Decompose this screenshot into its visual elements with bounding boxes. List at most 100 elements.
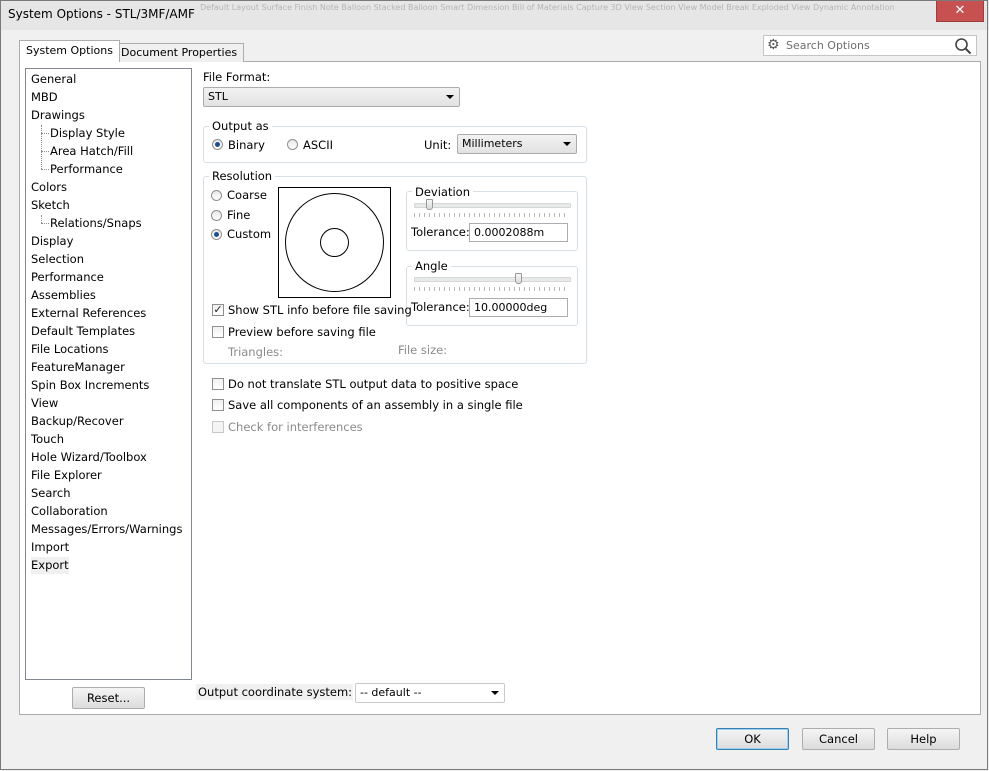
options-tree[interactable]: General MBD Drawings Display Style Area …: [25, 68, 192, 680]
nav-item-featuremanager[interactable]: FeatureManager: [31, 359, 125, 376]
resolution-title: Resolution: [209, 169, 276, 183]
tree-connector: [41, 133, 49, 134]
deviation-slider-track[interactable]: [414, 203, 571, 208]
deviation-tolerance-label: Tolerance:: [411, 225, 470, 239]
save-all-components-label: Save all components of an assembly in a …: [228, 398, 523, 412]
nav-item-file-locations[interactable]: File Locations: [31, 341, 109, 358]
binary-label: Binary: [228, 138, 265, 152]
deviation-tolerance-value: 0.0002088m: [474, 226, 545, 239]
nav-item-touch[interactable]: Touch: [31, 431, 64, 448]
custom-label: Custom: [227, 227, 272, 241]
preview-before-saving-label: Preview before saving file: [228, 325, 376, 339]
angle-tolerance-value: 10.00000deg: [474, 301, 548, 314]
nav-item-colors[interactable]: Colors: [31, 179, 67, 196]
output-as-title: Output as: [209, 119, 272, 133]
deviation-slider-thumb[interactable]: [425, 199, 433, 210]
file-format-select[interactable]: STL: [203, 87, 460, 107]
nav-item-spin-box-increments[interactable]: Spin Box Increments: [31, 377, 149, 394]
nav-item-performance[interactable]: Performance: [31, 269, 104, 286]
angle-slider-thumb[interactable]: [514, 273, 522, 284]
show-stl-info-label: Show STL info before file saving: [228, 303, 412, 317]
coarse-label: Coarse: [227, 188, 267, 202]
background-ribbon: Default Layout Surface Finish Note Ballo…: [200, 3, 895, 12]
file-format-value: STL: [208, 90, 228, 103]
output-coordinate-select[interactable]: -- default --: [355, 683, 505, 703]
angle-tolerance-label: Tolerance:: [411, 300, 470, 314]
file-size-label: File size:: [398, 343, 448, 357]
nav-item-drawings[interactable]: Drawings: [31, 107, 85, 124]
angle-title: Angle: [412, 259, 451, 273]
unit-label: Unit:: [424, 138, 452, 152]
nav-item-display[interactable]: Display: [31, 233, 73, 250]
check-interferences-label: Check for interferences: [228, 420, 363, 434]
nav-item-mbd[interactable]: MBD: [31, 89, 58, 106]
deviation-tolerance-field[interactable]: 0.0002088m: [469, 223, 568, 242]
nav-item-import[interactable]: Import: [31, 539, 69, 556]
deviation-slider-ticks: [414, 213, 569, 217]
window-title: System Options - STL/3MF/AMF: [8, 7, 201, 21]
nav-item-external-references[interactable]: External References: [31, 305, 146, 322]
search-icon[interactable]: [954, 37, 972, 55]
tab-system-options[interactable]: System Options: [19, 40, 120, 62]
no-translate-label: Do not translate STL output data to posi…: [228, 377, 519, 391]
output-coordinate-value: -- default --: [360, 686, 422, 699]
nav-item-general[interactable]: General: [31, 71, 76, 88]
check-interferences-checkbox[interactable]: [212, 421, 224, 433]
preview-before-saving-checkbox[interactable]: [212, 326, 224, 338]
title-bar: Default Layout Surface Finish Note Ballo…: [0, 0, 989, 31]
fine-radio[interactable]: [211, 210, 222, 221]
tree-connector: [41, 215, 42, 223]
gear-icon[interactable]: ⚙: [767, 37, 780, 54]
output-coordinate-label: Output coordinate system:: [196, 684, 353, 700]
chevron-down-icon: [446, 95, 454, 99]
tree-connector: [41, 223, 49, 224]
nav-item-assemblies[interactable]: Assemblies: [31, 287, 96, 304]
nav-item-relations-snaps[interactable]: Relations/Snaps: [50, 215, 142, 232]
ok-button[interactable]: OK: [716, 728, 789, 750]
nav-item-drawings-performance[interactable]: Performance: [50, 161, 123, 178]
unit-value: Millimeters: [462, 137, 523, 150]
tree-connector: [41, 151, 49, 152]
nav-item-backup-recover[interactable]: Backup/Recover: [31, 413, 124, 430]
help-button[interactable]: Help: [887, 728, 960, 750]
angle-slider-track[interactable]: [414, 277, 571, 282]
no-translate-checkbox[interactable]: [212, 378, 224, 390]
coarse-radio[interactable]: [211, 190, 222, 201]
nav-item-messages-errors-warnings[interactable]: Messages/Errors/Warnings: [31, 521, 182, 538]
nav-item-default-templates[interactable]: Default Templates: [31, 323, 135, 340]
search-input[interactable]: [786, 37, 946, 54]
triangles-label: Triangles:: [228, 345, 284, 359]
nav-item-collaboration[interactable]: Collaboration: [31, 503, 108, 520]
nav-item-file-explorer[interactable]: File Explorer: [31, 467, 102, 484]
file-format-label: File Format:: [203, 70, 271, 84]
nav-item-sketch[interactable]: Sketch: [31, 197, 70, 214]
chevron-down-icon: [491, 691, 499, 695]
close-icon: ✕: [954, 3, 966, 18]
save-all-components-checkbox[interactable]: [212, 399, 224, 411]
tree-connector: [41, 125, 42, 169]
tab-document-properties[interactable]: Document Properties: [114, 43, 245, 62]
nav-item-display-style[interactable]: Display Style: [50, 125, 125, 142]
custom-radio[interactable]: [211, 229, 222, 240]
fine-label: Fine: [227, 208, 251, 222]
nav-item-area-hatch-fill[interactable]: Area Hatch/Fill: [50, 143, 133, 160]
cancel-button[interactable]: Cancel: [802, 728, 875, 750]
binary-radio[interactable]: [212, 139, 223, 150]
nav-item-search[interactable]: Search: [31, 485, 71, 502]
angle-slider-ticks: [414, 287, 569, 291]
close-button[interactable]: ✕: [936, 1, 984, 22]
chevron-down-icon: [563, 142, 571, 146]
unit-select[interactable]: Millimeters: [457, 134, 577, 154]
reset-button[interactable]: Reset...: [72, 687, 145, 709]
nav-item-view[interactable]: View: [31, 395, 58, 412]
deviation-title: Deviation: [412, 185, 474, 199]
angle-tolerance-field[interactable]: 10.00000deg: [469, 298, 568, 317]
nav-item-selection[interactable]: Selection: [31, 251, 84, 268]
nav-item-hole-wizard-toolbox[interactable]: Hole Wizard/Toolbox: [31, 449, 147, 466]
ascii-radio[interactable]: [287, 139, 298, 150]
nav-item-export[interactable]: Export: [31, 557, 69, 574]
search-box[interactable]: ⚙: [763, 35, 977, 56]
show-stl-info-checkbox[interactable]: ✓: [212, 304, 224, 316]
resolution-preview: [278, 187, 391, 298]
angle-group: [406, 266, 578, 326]
